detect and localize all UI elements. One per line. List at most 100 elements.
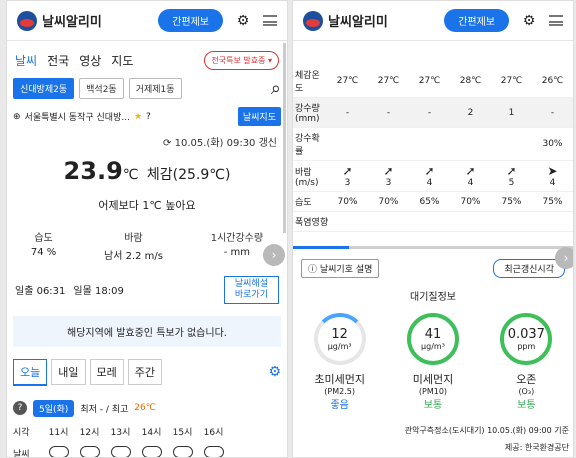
current-stats: 습도 74 % 바람 남서 2.2 m/s 1시간강수량 - mm xyxy=(7,229,287,262)
refresh-icon[interactable]: ⟳ xyxy=(163,138,171,149)
globe-icon xyxy=(303,10,323,31)
table-cell xyxy=(368,127,409,161)
wind-cell: ➤ 4 xyxy=(532,160,573,192)
wind-value: 4 xyxy=(426,178,433,188)
btn-line: 날씨해설 xyxy=(234,279,268,289)
hour-cell: 16시 xyxy=(203,427,224,438)
row-label: 강수량 (mm) xyxy=(293,97,327,128)
table-cell: 27℃ xyxy=(368,65,409,98)
globe-icon xyxy=(17,10,37,31)
cloud-icon xyxy=(136,445,167,457)
star-icon[interactable]: ★ xyxy=(134,112,142,122)
help-icon[interactable]: ? xyxy=(13,401,27,416)
hour-cell: 시각 xyxy=(13,427,30,438)
scrollbar[interactable] xyxy=(283,43,286,233)
btn-line: 바로가기 xyxy=(234,289,268,300)
table-cell xyxy=(491,127,532,161)
air-quality-title: 대기질정보 xyxy=(410,292,456,303)
stat-value: 74 % xyxy=(30,247,57,258)
recent-update-button[interactable]: 최근갱신시각 xyxy=(493,259,565,278)
nav-video[interactable]: 영상 xyxy=(79,52,101,69)
left-screen: 날씨알리미 간편제보 ⚙ 날씨 전국 영상 지도 전국특보 발효중 ▾ 신대방제… xyxy=(6,0,288,458)
provider-text: 제공: 한국환경공단 xyxy=(504,443,569,452)
update-time: ⟳ 10.05.(화) 09:30 갱신 xyxy=(7,132,287,151)
aq-sub: (PM10) xyxy=(418,387,448,396)
wind-stat: 바람 남서 2.2 m/s xyxy=(104,229,163,262)
alert-button[interactable]: 전국특보 발효중 ▾ xyxy=(204,51,279,70)
cloud-icon xyxy=(74,445,105,457)
table-cell: 70% xyxy=(450,191,491,212)
tab-tomorrow[interactable]: 내일 xyxy=(51,359,86,386)
row-label: 강수확률 xyxy=(293,127,327,161)
hourly-table: 체감온도 27℃ 27℃ 27℃ 28℃ 27℃ 26℃ 강수량 (mm) - … xyxy=(293,65,573,232)
aq-grade: 보통 xyxy=(423,400,443,411)
aq-grade: 보통 xyxy=(517,400,536,411)
nav-weather[interactable]: 날씨 xyxy=(15,52,37,69)
table-cell: - xyxy=(327,97,368,128)
table-cell xyxy=(327,127,368,161)
aq-item-pm10: 41 μg/m³ 미세먼지 (PM10) 보통 xyxy=(406,313,459,411)
hours-row: 시각 11시 12시 13시 14시 15시 16시 xyxy=(7,417,287,438)
chevron-right-icon[interactable]: › xyxy=(555,247,573,269)
wind-cell: ➚ 3 xyxy=(327,160,368,192)
menu-icon[interactable] xyxy=(549,15,563,26)
hour-cell: 15시 xyxy=(172,427,193,438)
settings-icon[interactable]: ⚙ xyxy=(268,364,281,380)
app-name: 날씨알리미 xyxy=(42,15,102,30)
table-cell: 1 xyxy=(491,97,532,128)
aq-ring: 41 μg/m³ xyxy=(406,313,459,365)
weather-comment-button[interactable]: 날씨해설 바로가기 xyxy=(223,276,279,304)
app-logo[interactable]: 날씨알리미 xyxy=(303,10,388,31)
tab-today[interactable]: 오늘 xyxy=(13,358,48,386)
nav-map[interactable]: 지도 xyxy=(111,52,133,69)
cloud-icon xyxy=(167,445,198,457)
aq-unit: μg/m³ xyxy=(421,341,445,351)
aq-ring: 0.037 ppm xyxy=(500,313,553,365)
tab-day-after[interactable]: 모레 xyxy=(89,359,124,386)
weather-label: 날씨 xyxy=(13,449,30,458)
search-icon[interactable]: ⌕ xyxy=(271,78,281,99)
weather-map-button[interactable]: 날씨지도 xyxy=(237,107,281,126)
aq-value: 41 xyxy=(424,326,442,342)
symbol-help-button[interactable]: ⓘ 날씨기호 설명 xyxy=(301,259,380,278)
wind-value: 4 xyxy=(549,178,556,188)
location-chip[interactable]: 신대방제2동 xyxy=(13,78,75,99)
chevron-right-icon[interactable]: › xyxy=(263,244,285,266)
nav-national[interactable]: 전국 xyxy=(47,52,69,69)
current-temp: 23.9℃ 체감(25.9℃) xyxy=(7,157,287,185)
source-text: 관악구측정소(도시대기) 10.05.(화) 09:00 기준 xyxy=(404,426,569,435)
table-row: 강수확률 30% xyxy=(293,127,573,161)
table-row: 바람 (m/s) ➚ 3 ➚ 3 ➚ 4 ➚ 4 ➚ 5 ➤ 4 xyxy=(293,160,573,192)
feel-temp: 체감(25.9℃) xyxy=(146,167,231,183)
right-toolbar: ⓘ 날씨기호 설명 최근갱신시각 xyxy=(293,249,573,278)
sunset-text: 일몰 18:09 xyxy=(73,286,124,298)
cloud-icon xyxy=(43,445,74,457)
quick-report-button[interactable]: 간편제보 xyxy=(158,9,223,32)
wind-cell: ➚ 4 xyxy=(409,160,450,192)
table-cell: 27℃ xyxy=(409,65,450,98)
help-icon[interactable]: ? xyxy=(146,112,151,122)
aq-label: 미세먼지 xyxy=(412,373,454,386)
table-cell: 75% xyxy=(491,191,532,212)
aq-value: 0.037 xyxy=(507,326,545,342)
location-chip[interactable]: 거제제1동 xyxy=(128,78,182,99)
btn-label: 날씨기호 설명 xyxy=(319,265,373,275)
aq-grade: 좋음 xyxy=(330,400,349,411)
app-logo[interactable]: 날씨알리미 xyxy=(17,10,102,31)
table-row: 강수량 (mm) - - - 2 1 - xyxy=(293,97,573,128)
app-header: 날씨알리미 간편제보 ⚙ xyxy=(7,1,287,41)
gear-icon[interactable]: ⚙ xyxy=(521,13,537,29)
quick-report-button[interactable]: 간편제보 xyxy=(444,9,509,32)
aq-item-pm25: 12 μg/m³ 초미세먼지 (PM2.5) 좋음 xyxy=(313,313,366,411)
menu-icon[interactable] xyxy=(263,15,277,26)
gps-icon[interactable]: ⊕ xyxy=(13,112,21,122)
wind-arrow-icon: ➚ xyxy=(424,164,435,178)
address-row: ⊕ 서울특별시 동작구 신대방... ★ ? 날씨지도 xyxy=(7,101,287,132)
tab-weekly[interactable]: 주간 xyxy=(127,359,162,386)
table-cell: - xyxy=(368,97,409,128)
table-cell: 75% xyxy=(532,191,573,212)
gear-icon[interactable]: ⚙ xyxy=(235,13,251,29)
wind-value: 3 xyxy=(344,178,351,188)
location-chip[interactable]: 백석2동 xyxy=(79,78,124,99)
table-cell: 27℃ xyxy=(491,65,532,98)
